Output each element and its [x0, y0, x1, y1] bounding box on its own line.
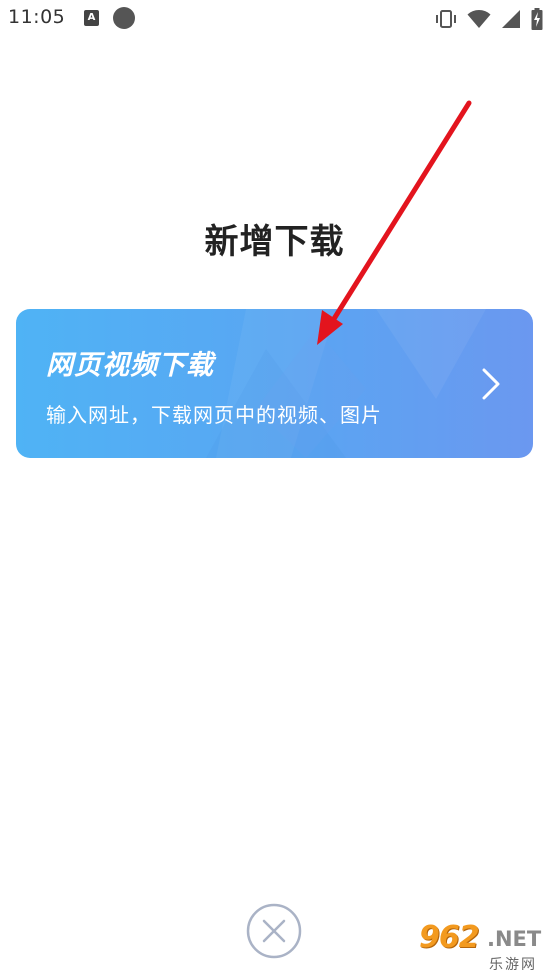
site-watermark-logo: 962 .NET 乐游网: [405, 918, 549, 976]
circle-notification-icon: [113, 7, 135, 29]
web-video-download-card[interactable]: 网页视频下载 输入网址，下载网页中的视频、图片: [16, 309, 533, 458]
chevron-right-icon: [481, 367, 501, 401]
card-subtitle: 输入网址，下载网页中的视频、图片: [46, 403, 382, 427]
watermark-net: .NET: [487, 927, 542, 951]
battery-charging-icon: [531, 8, 543, 30]
a-notification-icon: A: [84, 10, 99, 26]
wifi-icon: [467, 9, 491, 29]
watermark-number: 962: [419, 920, 480, 955]
card-background-decoration: [206, 309, 486, 458]
page-title: 新增下载: [204, 222, 345, 262]
close-button[interactable]: [246, 903, 302, 959]
status-icons: [435, 6, 543, 32]
vibrate-icon: [435, 9, 457, 29]
annotation-arrow: [317, 100, 472, 345]
status-bar: 11:05 A: [0, 0, 549, 38]
status-time: 11:05: [8, 6, 66, 28]
watermark-name: 乐游网: [489, 957, 537, 973]
card-title: 网页视频下载: [46, 350, 214, 381]
signal-icon: [501, 9, 521, 29]
close-circle-icon: [246, 903, 302, 959]
